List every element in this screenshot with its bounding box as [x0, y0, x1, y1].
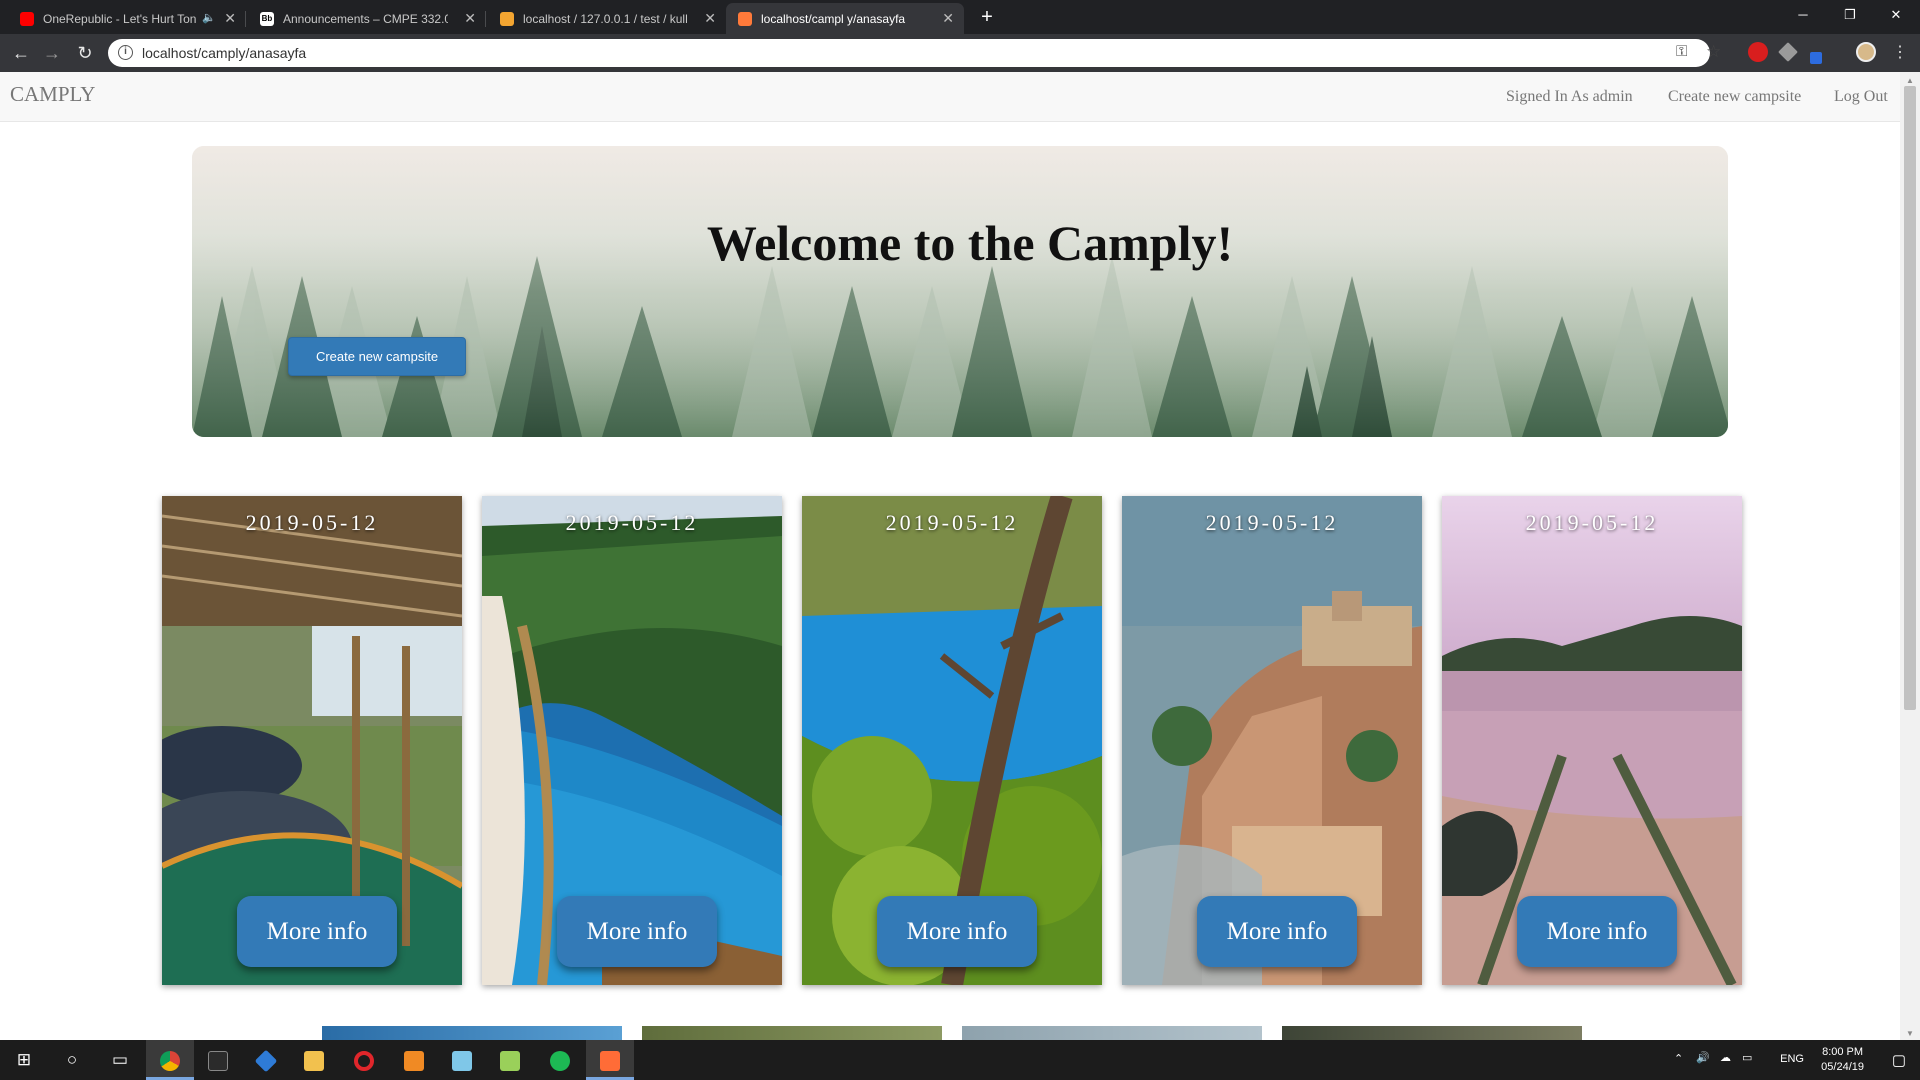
browser-toolbar: ← → ↻ i localhost/camply/anasayfa ⚿ ☆	[0, 34, 1920, 72]
tab-close-icon[interactable]: ✕	[224, 10, 236, 27]
notepad-taskbar-icon[interactable]	[438, 1040, 486, 1080]
welcome-heading: Welcome to the Camply!	[706, 215, 1234, 271]
tab-title: localhost / 127.0.0.1 / test / kulla	[523, 12, 688, 26]
campsite-card[interactable]: 2019-05-12 More info	[1122, 496, 1422, 985]
campsite-card[interactable]: 2019-05-12 More info	[162, 496, 462, 985]
more-info-button[interactable]: More info	[557, 896, 717, 967]
file-explorer-taskbar-icon[interactable]	[290, 1040, 338, 1080]
blackboard-favicon-icon: Bb	[260, 12, 274, 26]
nav-create-campsite[interactable]: Create new campsite	[1668, 88, 1801, 106]
postman-taskbar-icon[interactable]	[586, 1040, 634, 1080]
tab-title: localhost/campl y/anasayfa	[761, 12, 906, 26]
create-campsite-button[interactable]: Create new campsite	[288, 337, 466, 376]
window-restore-button[interactable]: ❐	[1827, 0, 1873, 32]
more-info-button[interactable]: More info	[1197, 896, 1357, 967]
language-indicator[interactable]: ENG	[1780, 1053, 1804, 1065]
phpmyadmin-favicon-icon	[500, 12, 514, 26]
browser-tab-announcements[interactable]: Bb Announcements – CMPE 332.01 ✕	[248, 3, 486, 34]
hero-banner: Welcome to the Camply! Create new campsi…	[192, 146, 1728, 437]
tab-close-icon[interactable]: ✕	[942, 10, 954, 27]
key-icon[interactable]: ⚿	[1676, 43, 1687, 60]
back-arrow-icon[interactable]: ←	[9, 41, 33, 65]
scroll-down-arrow-icon[interactable]: ▼	[1906, 1029, 1914, 1038]
clock-date: 05/24/19	[1821, 1061, 1864, 1073]
sublime-taskbar-icon[interactable]	[390, 1040, 438, 1080]
bookmark-star-icon[interactable]: ☆	[1706, 42, 1721, 62]
tab-title: OneRepublic - Let's Hurt Ton	[43, 12, 197, 26]
clock-time: 8:00 PM	[1822, 1046, 1864, 1058]
site-info-icon[interactable]: i	[118, 45, 133, 60]
reload-icon[interactable]: ↻	[73, 41, 97, 65]
nav-log-out[interactable]: Log Out	[1834, 88, 1888, 106]
camply-favicon-icon	[738, 12, 752, 26]
campsite-card[interactable]: 2019-05-12 More info	[1442, 496, 1742, 985]
youtube-favicon-icon	[20, 12, 34, 26]
extension-adblock-icon[interactable]	[1748, 42, 1768, 62]
tray-chevron-up-icon[interactable]: ⌃	[1674, 1052, 1683, 1065]
site-navbar: CAMPLY Signed In As admin Create new cam…	[0, 72, 1900, 122]
browser-tab-phpmyadmin[interactable]: localhost / 127.0.0.1 / test / kulla ✕	[488, 3, 726, 34]
campsite-card[interactable]: 2019-05-12 More info	[482, 496, 782, 985]
task-view-icon[interactable]: ▭	[96, 1040, 144, 1080]
url-text[interactable]: localhost/camply/anasayfa	[142, 45, 306, 61]
card-date: 2019-05-12	[1205, 510, 1339, 535]
cortana-search-icon[interactable]: ○	[48, 1040, 96, 1080]
more-info-button[interactable]: More info	[877, 896, 1037, 967]
tab-title: Announcements – CMPE 332.01	[283, 12, 448, 26]
campsite-card[interactable]: 2019-05-12 More info	[802, 496, 1102, 985]
window-minimize-button[interactable]: ─	[1780, 0, 1826, 32]
tab-separator	[485, 11, 486, 27]
action-center-icon[interactable]: ▢	[1892, 1051, 1906, 1069]
opera-taskbar-icon[interactable]	[340, 1040, 388, 1080]
more-info-button[interactable]: More info	[237, 896, 397, 967]
scroll-up-arrow-icon[interactable]: ▲	[1906, 76, 1914, 85]
scrollbar-thumb[interactable]	[1904, 86, 1916, 710]
forest-background-image	[192, 146, 1728, 437]
notepad-plus-taskbar-icon[interactable]	[486, 1040, 534, 1080]
window-close-button[interactable]: ✕	[1873, 0, 1919, 32]
system-tray: ⌃ 🔊 ☁ ▭ ENG 8:00 PM 05/24/19 ▢	[1660, 1040, 1920, 1080]
browser-tab-bar: OneRepublic - Let's Hurt Ton 🔈 ✕ Bb Anno…	[0, 0, 1920, 34]
campsite-card-peek[interactable]	[642, 1026, 942, 1040]
campsite-card-peek[interactable]	[1282, 1026, 1582, 1040]
windows-taskbar: ⊞ ○ ▭ ⌃ 🔊 ☁ ▭ ENG 8:00 PM 05/24/19 ▢	[0, 1040, 1920, 1080]
sourcetree-taskbar-icon[interactable]	[242, 1040, 290, 1080]
new-tab-button[interactable]: +	[976, 6, 998, 28]
browser-menu-icon[interactable]: ⋮	[1892, 42, 1908, 62]
card-date: 2019-05-12	[885, 510, 1019, 535]
profile-avatar[interactable]	[1856, 42, 1876, 62]
windows-start-icon[interactable]: ⊞	[0, 1040, 48, 1080]
tab-close-icon[interactable]: ✕	[464, 10, 476, 27]
network-icon[interactable]: ▭	[1742, 1051, 1752, 1064]
campsite-card-peek[interactable]	[322, 1026, 622, 1040]
taskbar-clock[interactable]: 8:00 PM 05/24/19	[1821, 1045, 1864, 1075]
forward-arrow-icon[interactable]: →	[40, 41, 64, 65]
address-bar[interactable]: i localhost/camply/anasayfa ⚿ ☆	[108, 39, 1721, 67]
brand-logo[interactable]: CAMPLY	[10, 82, 95, 107]
tab-separator	[245, 11, 246, 27]
card-date: 2019-05-12	[565, 510, 699, 535]
cloud-icon[interactable]: ☁	[1720, 1051, 1731, 1064]
campsite-card-peek[interactable]	[962, 1026, 1262, 1040]
card-date: 2019-05-12	[245, 510, 379, 535]
tab-close-icon[interactable]: ✕	[704, 10, 716, 27]
page-scrollbar[interactable]: ▲ ▼	[1900, 72, 1920, 1040]
chrome-taskbar-icon[interactable]	[146, 1040, 194, 1080]
volume-icon[interactable]: 🔊	[1696, 1051, 1710, 1064]
card-date: 2019-05-12	[1525, 510, 1659, 535]
browser-tab-youtube[interactable]: OneRepublic - Let's Hurt Ton 🔈 ✕	[8, 3, 246, 34]
terminal-taskbar-icon[interactable]	[194, 1040, 242, 1080]
extension-bluebox-icon[interactable]	[1810, 52, 1822, 64]
spotify-taskbar-icon[interactable]	[536, 1040, 584, 1080]
nav-signed-in-as[interactable]: Signed In As admin	[1506, 88, 1633, 106]
more-info-button[interactable]: More info	[1517, 896, 1677, 967]
browser-tab-camply[interactable]: localhost/campl y/anasayfa ✕	[726, 3, 964, 34]
audio-playing-icon[interactable]: 🔈	[202, 11, 216, 24]
